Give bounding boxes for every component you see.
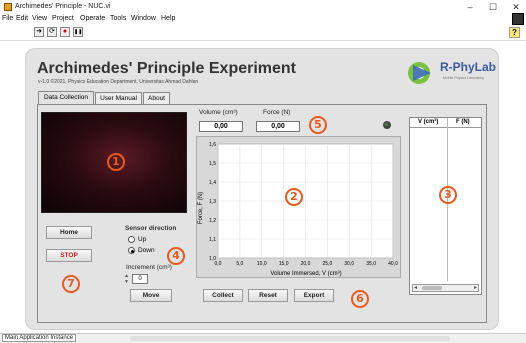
scroll-right-icon[interactable]: ▸	[474, 284, 477, 291]
menu-view[interactable]: View	[32, 15, 47, 22]
x-tick-label: 15,0	[279, 261, 289, 267]
radio-down[interactable]	[128, 247, 135, 254]
reset-button[interactable]: Reset	[248, 289, 288, 302]
increment-label: Increment (cm³)	[126, 264, 172, 271]
vi-connector-icon[interactable]	[512, 13, 524, 25]
menu-edit[interactable]: Edit	[16, 15, 28, 22]
menu-bar: File Edit View Project Operate Tools Win…	[0, 14, 526, 25]
y-axis-label: Force, F (N)	[198, 192, 204, 224]
window-title: Archimedes' Principle - NUC.vi	[15, 3, 111, 10]
collect-button[interactable]: Collect	[203, 289, 243, 302]
maximize-button[interactable]: ☐	[486, 2, 500, 12]
minimize-button[interactable]: –	[463, 2, 477, 12]
force-readout: 0,00	[256, 121, 300, 132]
badge-3: 3	[439, 186, 457, 204]
radio-down-label: Down	[138, 247, 155, 254]
radio-up[interactable]	[128, 236, 135, 243]
force-volume-graph: 1,01,11,21,31,41,51,6 0,0 5,0 10,0 15,0 20,0…	[198, 142, 398, 277]
scrollbar-thumb[interactable]	[422, 286, 442, 290]
logo-tagline: Mobile Physics Laboratory	[443, 76, 485, 80]
page-title: Archimedes' Principle Experiment	[37, 60, 297, 77]
menu-help[interactable]: Help	[161, 15, 175, 22]
x-axis-label: Volume Immersed, V (cm³)	[270, 271, 341, 277]
x-tick-label: 10,0	[257, 261, 267, 267]
x-tick-label: 30,0	[344, 261, 354, 267]
badge-7: 7	[62, 275, 80, 293]
move-button[interactable]: Move	[130, 289, 172, 302]
export-button[interactable]: Export	[294, 289, 334, 302]
table-col-volume: V (cm³)	[418, 119, 439, 125]
increment-input[interactable]: 0	[132, 274, 148, 284]
x-tick-label: 25,0	[323, 261, 333, 267]
menu-file[interactable]: File	[2, 15, 13, 22]
run-arrow-icon[interactable]: ➜	[34, 27, 44, 37]
volume-readout: 0,00	[199, 121, 243, 132]
application-instance-label: Main Application Instance	[2, 334, 77, 342]
menu-tools[interactable]: Tools	[110, 15, 126, 22]
x-tick-label: 20,0	[301, 261, 311, 267]
tab-about[interactable]: About	[143, 92, 170, 104]
status-led-icon	[383, 121, 391, 129]
badge-5: 5	[309, 116, 327, 134]
x-tick-label: 40,0	[388, 261, 398, 267]
x-tick-label: 35,0	[366, 261, 376, 267]
badge-1: 1	[107, 153, 125, 171]
data-table[interactable]: V (cm³) F (N) ◂ ▸	[409, 117, 482, 295]
badge-4: 4	[167, 247, 185, 265]
x-tick-label: 5,0	[236, 261, 243, 267]
y-tick-label: 1,1	[209, 237, 216, 243]
table-horizontal-scrollbar[interactable]: ◂ ▸	[412, 284, 479, 292]
sensor-direction-label: Sensor direction	[125, 225, 177, 232]
page-subtitle: v-1.0 ©2021, Physics Education Departmen…	[38, 79, 199, 85]
table-col-force: F (N)	[456, 119, 470, 125]
y-tick-label: 1,2	[209, 218, 216, 224]
badge-6: 6	[351, 290, 369, 308]
increment-spinner-icon[interactable]: ▲ ▼	[124, 273, 131, 285]
toolbar: ➜ ⟳ ● ❚❚	[0, 25, 526, 40]
menu-operate[interactable]: Operate	[80, 15, 105, 22]
y-tick-label: 1,5	[209, 161, 216, 167]
scroll-left-icon[interactable]: ◂	[414, 284, 417, 291]
labview-app-icon	[4, 3, 12, 11]
status-horizontal-scrollbar[interactable]	[130, 336, 450, 341]
menu-window[interactable]: Window	[131, 15, 156, 22]
logo-text: R-PhyLab	[440, 60, 497, 74]
force-label: Force (N)	[263, 109, 291, 116]
tab-data-collection[interactable]: Data Collection	[38, 91, 94, 104]
y-tick-label: 1,6	[209, 142, 216, 148]
menu-project[interactable]: Project	[52, 15, 74, 22]
y-tick-label: 1,4	[209, 180, 216, 186]
y-tick-label: 1,3	[209, 199, 216, 205]
tab-user-manual[interactable]: User Manual	[95, 92, 142, 104]
volume-label: Volume (cm³)	[199, 109, 238, 116]
run-continuous-icon[interactable]: ⟳	[47, 27, 57, 37]
abort-icon[interactable]: ●	[60, 27, 70, 37]
table-header: V (cm³) F (N)	[410, 118, 481, 128]
badge-2: 2	[285, 188, 303, 206]
context-help-icon[interactable]: ?	[509, 27, 520, 38]
toolbar-divider	[0, 40, 526, 41]
pause-icon[interactable]: ❚❚	[73, 27, 83, 37]
x-tick-label: 0,0	[215, 261, 222, 267]
radio-up-label: Up	[138, 236, 147, 243]
stop-button[interactable]: STOP	[46, 249, 92, 262]
home-button[interactable]: Home	[46, 226, 92, 239]
close-button[interactable]: ✕	[509, 2, 523, 12]
